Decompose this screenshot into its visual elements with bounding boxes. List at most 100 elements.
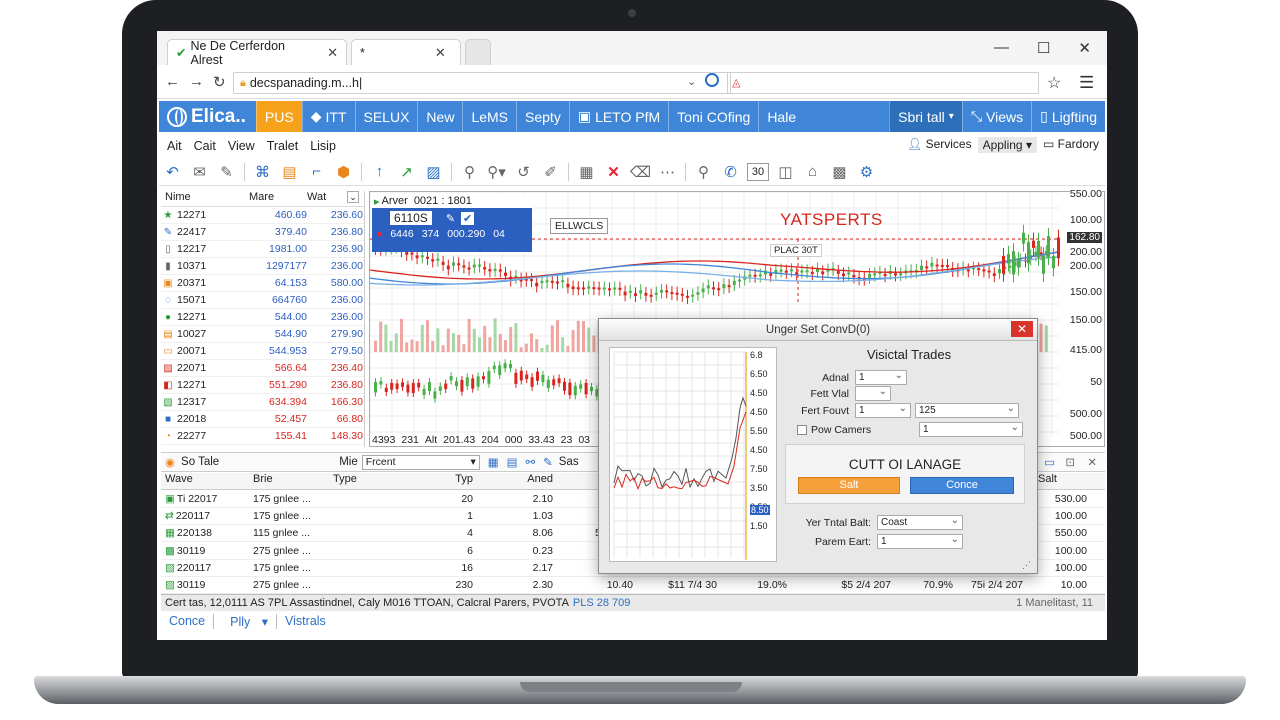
list-view-icon[interactable]: ▤ [507, 455, 518, 469]
panel-restore-icon[interactable]: ▭ [1044, 455, 1055, 469]
col-header-name[interactable]: Nime [161, 191, 249, 206]
nav-item-itt[interactable]: ◆ ITT [301, 101, 355, 132]
order-price[interactable]: 6110S [390, 211, 432, 225]
camera-icon[interactable]: ◫ [772, 160, 799, 184]
fardory-menu[interactable]: ▭ Fardory [1043, 137, 1099, 153]
grid-view-icon[interactable]: ▦ [488, 455, 499, 469]
footer-link-vistrals[interactable]: Vistrals [277, 614, 334, 629]
delete-icon[interactable]: ✕ [600, 160, 627, 184]
url-dropdown-icon[interactable]: ⌄ [687, 75, 696, 88]
col-header-mare[interactable]: Mare [249, 191, 307, 206]
order-panel[interactable]: ▸ Arver 0021 : 1801 6110S ✎ ✔ ● 6446 374… [372, 194, 532, 252]
parem-eart-select[interactable]: 1 [877, 534, 963, 549]
watchlist-row[interactable]: ✎ 22417 379.40 236.80 [161, 224, 364, 241]
menu-tralet[interactable]: Tralet [267, 139, 299, 153]
maximize-icon[interactable]: ☐ [1037, 39, 1050, 57]
phone-icon[interactable]: ✆ [717, 160, 744, 184]
close-window-icon[interactable]: ✕ [1078, 39, 1091, 57]
nav-item-toni[interactable]: Toni COfing [668, 101, 758, 132]
col-header-brie[interactable]: Brie [253, 473, 333, 489]
fett-vlal-spinner[interactable] [855, 386, 891, 401]
watchlist-row[interactable]: ● 12271 544.00 236.00 [161, 309, 364, 326]
settings-icon[interactable]: ⚙ [853, 160, 880, 184]
eraser-icon[interactable]: ⌫ [627, 160, 654, 184]
col-header-aned[interactable]: Aned [473, 473, 553, 489]
browser-tab-active[interactable]: ✔ Ne De Cerferdon Alrest ✕ [167, 39, 347, 67]
watchlist-row[interactable]: ◌ 15071 664760 236.00 [161, 292, 364, 309]
edit-icon[interactable]: ✎ [446, 212, 455, 225]
nav-item-septy[interactable]: Septy [516, 101, 569, 132]
hamburger-menu-icon[interactable]: ☰ [1079, 73, 1094, 93]
undo-icon[interactable]: ↶ [159, 160, 186, 184]
up-arrow-icon[interactable]: ↑ [366, 160, 393, 184]
reload-icon[interactable]: ↻ [213, 73, 226, 91]
menu-view[interactable]: View [228, 139, 255, 153]
nav-item-selux[interactable]: SELUX [354, 101, 418, 132]
url-input[interactable]: 🔒︎ decspanading.m...h| [233, 72, 731, 94]
nav-item-new[interactable]: New [417, 101, 462, 132]
ver-total-select[interactable]: Coast [877, 515, 963, 530]
salt-button[interactable]: Salt [798, 477, 900, 494]
appling-dropdown[interactable]: Appling ▾ [977, 137, 1037, 153]
minimize-icon[interactable]: — [994, 39, 1009, 57]
footer-link-plly[interactable]: Plly ▾ [214, 614, 278, 629]
more-icon[interactable]: ⋯ [654, 160, 681, 184]
filter-box-icon[interactable]: ⌄ [347, 191, 359, 203]
hook-icon[interactable]: ⌐ [303, 160, 330, 184]
dialog-close-icon[interactable]: ✕ [1011, 321, 1033, 337]
watchlist-row[interactable]: ▭ 20071 544.953 279.50 [161, 343, 364, 360]
panel-close-icon[interactable]: ✕ [1087, 455, 1097, 469]
watchlist-row[interactable]: ▮ 10371 1297177 236.00 [161, 258, 364, 275]
nav-item-pus[interactable]: PUS [255, 101, 302, 132]
fert-fouvt-extra-select[interactable]: 125 [915, 403, 1019, 418]
search-icon[interactable]: ⚲ [690, 160, 717, 184]
watchlist-row[interactable]: ▨ 22071 566.64 236.40 [161, 360, 364, 377]
chart-icon[interactable]: ▨ [420, 160, 447, 184]
home-icon[interactable]: ⌂ [799, 160, 826, 184]
menu-lisip[interactable]: Lisip [310, 139, 336, 153]
browser-tab-2[interactable]: * ✕ [351, 39, 461, 65]
nav-item-ligfting[interactable]: ▯ Ligfting [1031, 101, 1105, 132]
menu-ait[interactable]: Ait [167, 139, 182, 153]
col-header-type[interactable]: Type [333, 473, 413, 489]
image-icon[interactable]: ▩ [826, 160, 853, 184]
services-menu[interactable]: 👤︎ Services [907, 137, 972, 153]
resize-grip-icon[interactable]: ⋰ [1022, 560, 1031, 571]
watchlist-row[interactable]: ★ 12271 460.69 236.60 [161, 207, 364, 224]
filter-select[interactable]: Frcent ▾ [361, 454, 480, 470]
nav-item-leto[interactable]: ▣ LETO PfM [568, 101, 668, 132]
nav-item-sbri-tall[interactable]: Sbri tall ▾ [889, 101, 962, 132]
brush-icon[interactable]: ✎ [543, 455, 553, 469]
app-logo[interactable]: Elica.. [159, 101, 256, 132]
back-arrow-icon[interactable]: ← [165, 73, 180, 90]
nav-item-lems[interactable]: LeMS [462, 101, 516, 132]
watchlist-row[interactable]: ▯ 12217 1981.00 236.90 [161, 241, 364, 258]
fert-fouvt-select[interactable]: 1 [855, 403, 911, 418]
menu-cait[interactable]: Cait [194, 139, 216, 153]
col-header-typ[interactable]: Typ [413, 473, 473, 489]
curve-icon[interactable]: ↺ [510, 160, 537, 184]
mail-icon[interactable]: ✉ [186, 160, 213, 184]
new-tab-button[interactable] [465, 39, 491, 65]
note-icon[interactable]: ▤ [276, 160, 303, 184]
close-tab-icon[interactable]: ✕ [327, 45, 338, 61]
draw-icon[interactable]: ✐ [537, 160, 564, 184]
conce-button[interactable]: Conce [910, 477, 1014, 494]
link-icon[interactable]: ⚯ [525, 455, 535, 469]
close-tab-icon[interactable]: ✕ [435, 45, 446, 61]
nav-item-views[interactable]: ⤡ Views [961, 101, 1031, 132]
col-header-wave[interactable]: Wave [161, 473, 253, 489]
secondary-address-field[interactable]: ◬ [727, 72, 1039, 94]
zoom-dropdown-icon[interactable]: ⚲▾ [483, 160, 510, 184]
pow-camers-checkbox[interactable] [797, 424, 807, 435]
watchlist-row[interactable]: ◔ 22277 155.41 148.30 [161, 428, 364, 445]
site-info-icon[interactable] [705, 73, 719, 87]
bag-icon[interactable]: ⬢ [330, 160, 357, 184]
col-header-salt-right[interactable]: Salt [1038, 473, 1057, 485]
watchlist-row[interactable]: ▣ 20371 64.153 580.00 [161, 275, 364, 292]
nav-item-hale[interactable]: Hale [758, 101, 804, 132]
pow-camers-select[interactable]: 1 [919, 422, 1023, 437]
zoom-in-icon[interactable]: ⚲ [456, 160, 483, 184]
grid-icon[interactable]: ▦ [573, 160, 600, 184]
watchlist-row[interactable]: ▤ 10027 544.90 279.90 [161, 326, 364, 343]
